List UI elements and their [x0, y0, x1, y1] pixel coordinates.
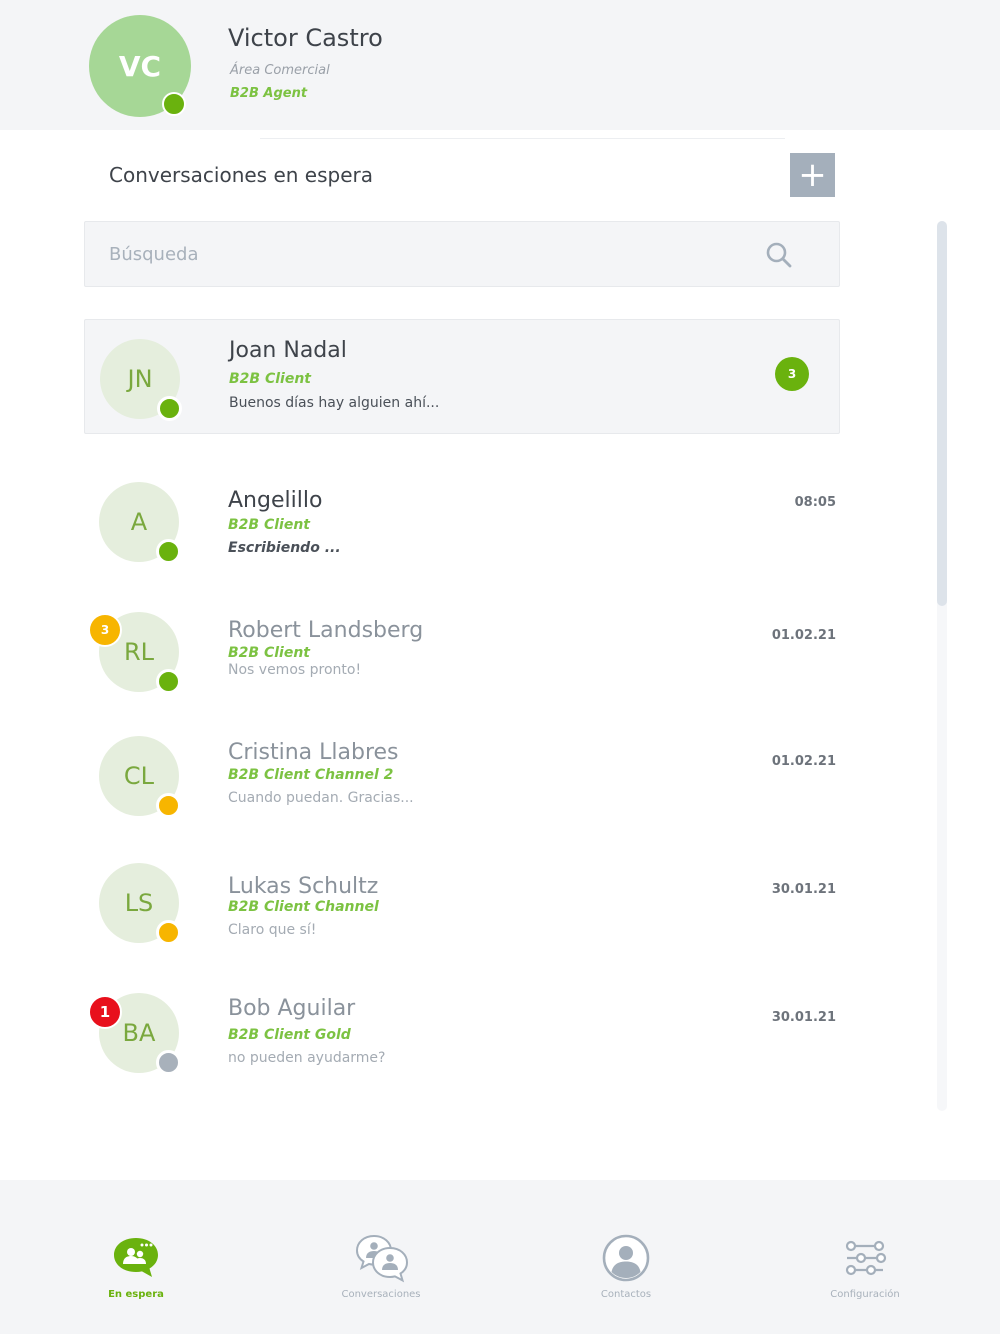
nav-tab-en-espera[interactable]: En espera: [56, 1232, 216, 1312]
contact-avatar: A: [99, 482, 181, 564]
nav-label: Contactos: [600, 1289, 652, 1300]
message-time: 08:05: [794, 495, 836, 510]
add-conversation-button[interactable]: +: [790, 153, 835, 197]
profile-role: B2B Agent: [230, 86, 308, 101]
message-preview: Buenos días hay alguien ahí...: [229, 395, 440, 411]
typing-indicator: Escribiendo ...: [228, 540, 341, 556]
contact-name: Bob Aguilar: [228, 996, 356, 1021]
nav-tab-conversaciones[interactable]: Conversaciones: [301, 1232, 461, 1312]
message-preview: Cuando puedan. Gracias...: [228, 790, 414, 806]
page-title: Conversaciones en espera: [109, 163, 374, 187]
avatar-initials: CL: [123, 762, 155, 790]
contact-channel: B2B Client Channel: [228, 899, 379, 915]
nav-label: Conversaciones: [341, 1289, 421, 1300]
contact-avatar: CL: [99, 736, 181, 818]
message-preview: Claro que sí!: [228, 922, 317, 938]
away-status-dot: [156, 793, 181, 818]
contact-name: Lukas Schultz: [228, 874, 379, 899]
online-status-dot: [157, 396, 182, 421]
nav-label: En espera: [108, 1289, 164, 1300]
message-time: 01.02.21: [771, 754, 836, 769]
contact-name: Joan Nadal: [229, 338, 347, 363]
alert-count-badge: 1: [88, 995, 122, 1029]
message-preview: Nos vemos pronto!: [228, 662, 362, 678]
list-scrollbar[interactable]: [937, 221, 947, 1111]
nav-tab-configuracion[interactable]: Configuración: [785, 1232, 945, 1312]
conversations-icon: [355, 1234, 409, 1283]
conversation-item-robert-landsberg[interactable]: RL 3 Robert Landsberg B2B Client Nos vem…: [84, 595, 840, 710]
conversation-item-angelillo[interactable]: A Angelillo B2B Client Escribiendo ... 0…: [84, 465, 840, 580]
conversation-item-lukas-schultz[interactable]: LS Lukas Schultz B2B Client Channel Clar…: [84, 846, 840, 961]
search-icon[interactable]: [765, 241, 793, 269]
avatar-initials: A: [130, 508, 148, 536]
conversation-item-bob-aguilar[interactable]: BA 1 Bob Aguilar B2B Client Gold no pued…: [84, 976, 840, 1091]
profile-name: Victor Castro: [228, 24, 383, 52]
profile-department: Área Comercial: [230, 63, 330, 78]
nav-tab-contactos[interactable]: Contactos: [546, 1232, 706, 1312]
contacts-icon: [602, 1234, 650, 1282]
search-bar: [84, 221, 840, 287]
contact-channel: B2B Client Channel 2: [228, 767, 394, 783]
message-time: 01.02.21: [771, 628, 836, 643]
online-status-dot: [162, 92, 186, 116]
avatar-initials: LS: [124, 889, 154, 917]
profile-avatar[interactable]: VC: [89, 15, 191, 117]
contact-avatar: LS: [99, 863, 181, 945]
contact-channel: B2B Client: [228, 645, 310, 661]
contact-name: Angelillo: [228, 488, 323, 513]
contact-channel: B2B Client: [229, 371, 311, 387]
pending-count-badge: 3: [88, 613, 122, 647]
contact-name: Robert Landsberg: [228, 618, 424, 643]
bottom-navigation: En espera Conversaciones Contactos Confi…: [0, 1180, 1000, 1334]
nav-label: Configuración: [830, 1289, 900, 1300]
online-status-dot: [156, 539, 181, 564]
message-time: 30.01.21: [771, 882, 836, 897]
settings-sliders-icon: [845, 1240, 887, 1276]
waiting-chat-icon: [114, 1238, 158, 1277]
scrollbar-thumb[interactable]: [937, 221, 947, 606]
contact-avatar: JN: [100, 339, 182, 421]
contact-channel: B2B Client Gold: [228, 1027, 351, 1043]
contact-channel: B2B Client: [228, 517, 310, 533]
unread-count-badge: 3: [775, 357, 809, 391]
away-status-dot: [156, 920, 181, 945]
profile-initials: VC: [118, 49, 162, 83]
search-input[interactable]: [109, 240, 709, 268]
online-status-dot: [156, 669, 181, 694]
profile-header: VC Victor Castro Área Comercial B2B Agen…: [0, 0, 1000, 130]
avatar-initials: BA: [122, 1019, 156, 1047]
header-divider: [260, 138, 785, 139]
conversation-item-cristina-llabres[interactable]: CL Cristina Llabres B2B Client Channel 2…: [84, 719, 840, 834]
message-preview: no pueden ayudarme?: [228, 1050, 386, 1066]
conversation-item-joan-nadal[interactable]: JN Joan Nadal B2B Client Buenos días hay…: [84, 319, 840, 434]
offline-status-dot: [156, 1050, 181, 1075]
contact-name: Cristina Llabres: [228, 740, 399, 765]
avatar-initials: RL: [123, 638, 155, 666]
avatar-initials: JN: [127, 365, 153, 393]
message-time: 30.01.21: [771, 1010, 836, 1025]
